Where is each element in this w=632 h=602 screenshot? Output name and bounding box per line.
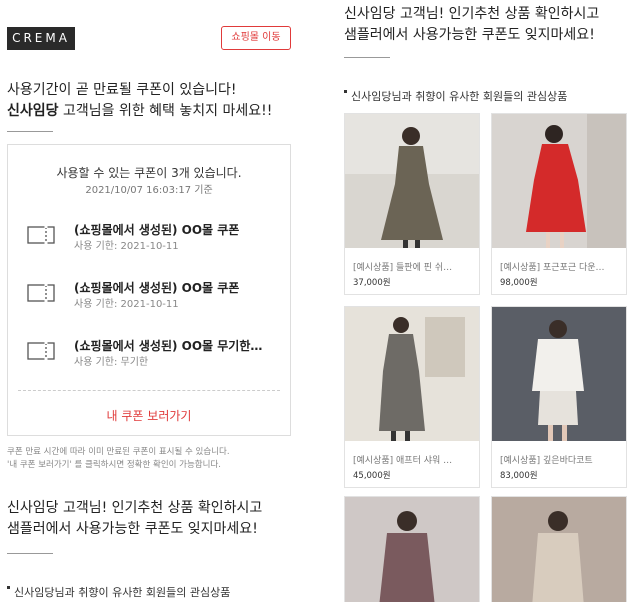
product-price: 98,000원 xyxy=(500,278,538,288)
product-image[interactable] xyxy=(492,497,626,602)
coupon-notice: 쿠폰 만료 시간에 따라 이미 만료된 쿠폰이 표시될 수 있습니다. '내 쿠… xyxy=(7,446,297,472)
product-image[interactable] xyxy=(345,307,479,441)
recommend-title-line-2: 샘플러에서 사용가능한 쿠폰도 잊지마세요! xyxy=(344,27,595,43)
recommend-title: 신사임당 고객님! 인기추천 상품 확인하시고 샘플러에서 사용가능한 쿠폰도 … xyxy=(7,498,297,540)
coupon-expiry: 사용 기한: 2021-10-11 xyxy=(74,299,179,310)
crema-logo: CREMA xyxy=(7,27,75,50)
go-to-shop-button[interactable]: 쇼핑몰 이동 xyxy=(221,26,291,50)
product-name[interactable]: [예시상품] 깊은바다코트 xyxy=(500,453,620,466)
product-name[interactable]: [예시상품] 애프터 샤워 … xyxy=(353,453,473,466)
similar-members-heading: 신사임당님과 취향이 유사한 회원들의 관심상품 xyxy=(344,88,567,104)
product-image[interactable] xyxy=(492,307,626,441)
notice-line-1: 쿠폰 만료 시간에 따라 이미 만료된 쿠폰이 표시될 수 있습니다. xyxy=(7,447,230,457)
product-name[interactable]: [예시상품] 포근포근 다운… xyxy=(500,260,620,273)
recommend-divider xyxy=(7,553,53,554)
product-price: 37,000원 xyxy=(353,278,391,288)
product-price: 83,000원 xyxy=(500,471,538,481)
coupon-icon xyxy=(27,284,55,302)
similar-members-label: 신사임당님과 취향이 유사한 회원들의 관심상품 xyxy=(351,90,568,103)
coupon-item: (쇼핑몰에서 생성된) OO몰 쿠폰 사용 기한: 2021-10-11 xyxy=(8,279,290,319)
product-name[interactable]: [예시상품] 들판에 핀 쉬… xyxy=(353,260,473,273)
coupon-name: (쇼핑몰에서 생성된) OO몰 무기한… xyxy=(74,339,263,353)
recommend-title-line-1: 신사임당 고객님! 인기추천 상품 확인하시고 xyxy=(344,6,600,22)
coupon-icon xyxy=(27,226,55,244)
customer-name: 신사임당 xyxy=(7,103,59,119)
product-image[interactable] xyxy=(345,114,479,248)
coupon-icon xyxy=(27,342,55,360)
product-card[interactable]: [예시상품] 깊은바다코트 83,000원 xyxy=(491,306,627,488)
similar-members-label: 신사임당님과 취향이 유사한 회원들의 관심상품 xyxy=(14,586,231,599)
header: CREMA 쇼핑몰 이동 xyxy=(0,0,298,70)
product-image[interactable] xyxy=(492,114,626,248)
recommend-title-line-2: 샘플러에서 사용가능한 쿠폰도 잊지마세요! xyxy=(7,521,258,537)
product-image[interactable] xyxy=(345,497,479,602)
coupon-name: (쇼핑몰에서 생성된) OO몰 쿠폰 xyxy=(74,281,240,295)
coupon-count-title: 사용할 수 있는 쿠폰이 3개 있습니다. xyxy=(56,166,242,180)
coupon-date: 2021/10/07 16:03:17 기준 xyxy=(85,185,213,196)
left-panel: CREMA 쇼핑몰 이동 사용기간이 곧 만료될 쿠폰이 있습니다! 신사임당 … xyxy=(0,0,298,602)
intro-line-2-rest: 고객님을 위한 혜택 놓치지 마세요!! xyxy=(58,103,273,119)
product-card[interactable]: [예시상품] 포근포근 다운… 98,000원 xyxy=(491,113,627,295)
product-card[interactable] xyxy=(344,496,480,602)
product-card[interactable] xyxy=(491,496,627,602)
coupon-item: (쇼핑몰에서 생성된) OO몰 쿠폰 사용 기한: 2021-10-11 xyxy=(8,221,290,261)
coupon-box: 사용할 수 있는 쿠폰이 3개 있습니다. 2021/10/07 16:03:1… xyxy=(7,144,291,436)
coupon-name: (쇼핑몰에서 생성된) OO몰 쿠폰 xyxy=(74,223,240,237)
product-price: 45,000원 xyxy=(353,471,391,481)
view-my-coupons-link[interactable]: 내 쿠폰 보러가기 xyxy=(8,407,290,424)
coupon-item: (쇼핑몰에서 생성된) OO몰 무기한… 사용 기한: 무기한 xyxy=(8,337,290,377)
bullet-icon xyxy=(344,90,347,93)
product-card[interactable]: [예시상품] 애프터 샤워 … 45,000원 xyxy=(344,306,480,488)
intro-line-1: 사용기간이 곧 만료될 쿠폰이 있습니다! xyxy=(7,82,237,98)
coupon-box-divider xyxy=(18,390,280,391)
right-panel: 신사임당 고객님! 인기추천 상품 확인하시고 샘플러에서 사용가능한 쿠폰도 … xyxy=(336,0,632,602)
intro-message: 사용기간이 곧 만료될 쿠폰이 있습니다! 신사임당 고객님을 위한 혜택 놓치… xyxy=(7,80,291,122)
recommend-title: 신사임당 고객님! 인기추천 상품 확인하시고 샘플러에서 사용가능한 쿠폰도 … xyxy=(344,4,630,46)
similar-members-heading: 신사임당님과 취향이 유사한 회원들의 관심상품 xyxy=(7,584,230,600)
coupon-expiry: 사용 기한: 2021-10-11 xyxy=(74,241,179,252)
intro-line-2: 신사임당 고객님을 위한 혜택 놓치지 마세요!! xyxy=(7,101,291,122)
notice-line-2: '내 쿠폰 보러가기' 를 클릭하시면 정확한 확인이 가능합니다. xyxy=(7,460,221,470)
coupon-expiry: 사용 기한: 무기한 xyxy=(74,357,149,368)
intro-divider xyxy=(7,131,53,132)
bullet-icon xyxy=(7,586,10,589)
product-card[interactable]: [예시상품] 들판에 핀 쉬… 37,000원 xyxy=(344,113,480,295)
recommend-divider xyxy=(344,57,390,58)
recommend-title-line-1: 신사임당 고객님! 인기추천 상품 확인하시고 xyxy=(7,500,263,516)
